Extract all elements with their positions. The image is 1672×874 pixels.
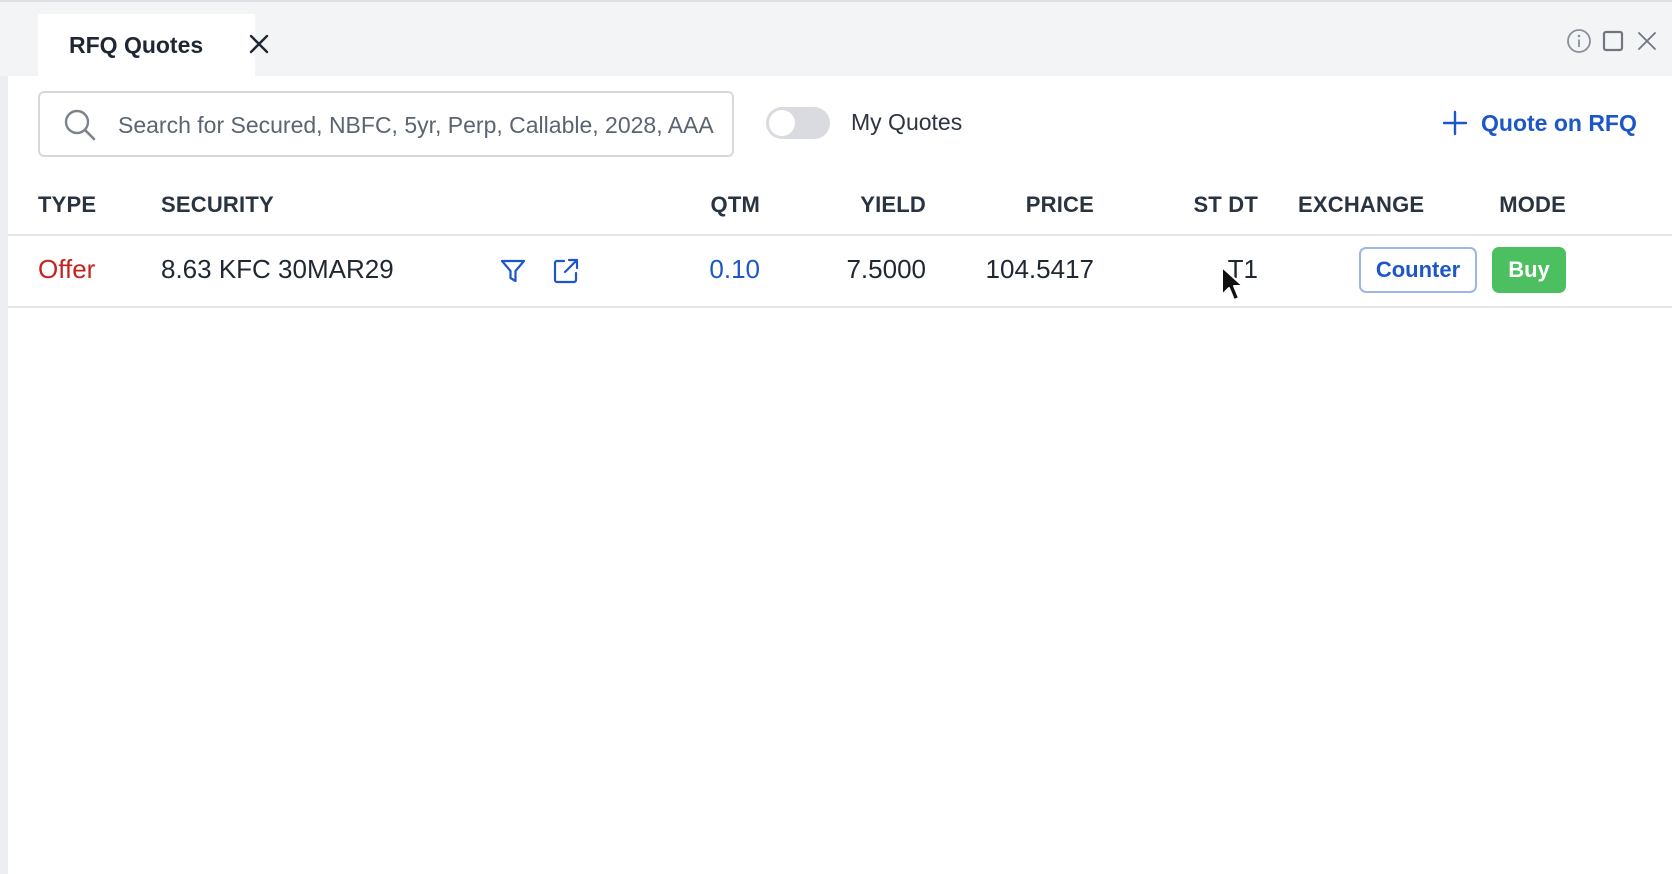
tab-rfq-quotes[interactable]: RFQ Quotes — [38, 14, 269, 76]
window-controls — [1566, 28, 1660, 54]
counter-button[interactable]: Counter — [1359, 247, 1477, 293]
table-header: TYPE SECURITY QTM YIELD PRICE ST DT EXCH… — [8, 176, 1672, 236]
row-yield: 7.5000 — [846, 254, 926, 284]
filter-icon[interactable] — [498, 256, 528, 286]
my-quotes-label: My Quotes — [851, 109, 963, 135]
col-st-dt[interactable]: ST DT — [1118, 192, 1258, 218]
row-price: 104.5417 — [985, 254, 1094, 284]
mouse-cursor — [1221, 266, 1244, 301]
panel-edge — [0, 76, 8, 874]
search-box — [38, 91, 734, 157]
quote-on-rfq-label: Quote on RFQ — [1481, 109, 1637, 136]
tab-title: RFQ Quotes — [69, 31, 204, 58]
plus-icon — [1441, 109, 1469, 137]
maximize-icon[interactable] — [1600, 28, 1626, 54]
close-window-icon[interactable] — [1634, 28, 1660, 54]
col-qtm[interactable]: QTM — [630, 192, 760, 218]
my-quotes-toggle[interactable] — [766, 107, 830, 139]
quote-on-rfq-button[interactable]: Quote on RFQ — [1441, 102, 1637, 144]
rfq-quotes-window: RFQ Quotes My Quotes — [0, 0, 1672, 874]
col-mode[interactable]: MODE — [1448, 192, 1566, 218]
search-input[interactable] — [118, 105, 724, 145]
external-link-icon[interactable] — [551, 256, 581, 286]
info-icon[interactable] — [1566, 28, 1592, 54]
table-row[interactable]: Offer 8.63 KFC 30MAR29 0.10 7.5000 104.5… — [8, 236, 1672, 308]
col-type[interactable]: TYPE — [38, 192, 96, 218]
buy-button[interactable]: Buy — [1492, 247, 1566, 293]
toggle-knob — [769, 110, 795, 136]
search-icon — [62, 107, 98, 143]
row-qtm: 0.10 — [709, 254, 760, 284]
row-security[interactable]: 8.63 KFC 30MAR29 — [161, 254, 394, 285]
row-type: Offer — [38, 254, 96, 284]
col-exchange[interactable]: EXCHANGE — [1298, 192, 1424, 218]
col-security[interactable]: SECURITY — [161, 192, 274, 218]
col-price[interactable]: PRICE — [956, 192, 1094, 218]
col-yield[interactable]: YIELD — [796, 192, 926, 218]
quotes-panel: My Quotes Quote on RFQ TYPE SECURITY QTM… — [8, 76, 1672, 874]
close-icon[interactable] — [247, 32, 271, 56]
